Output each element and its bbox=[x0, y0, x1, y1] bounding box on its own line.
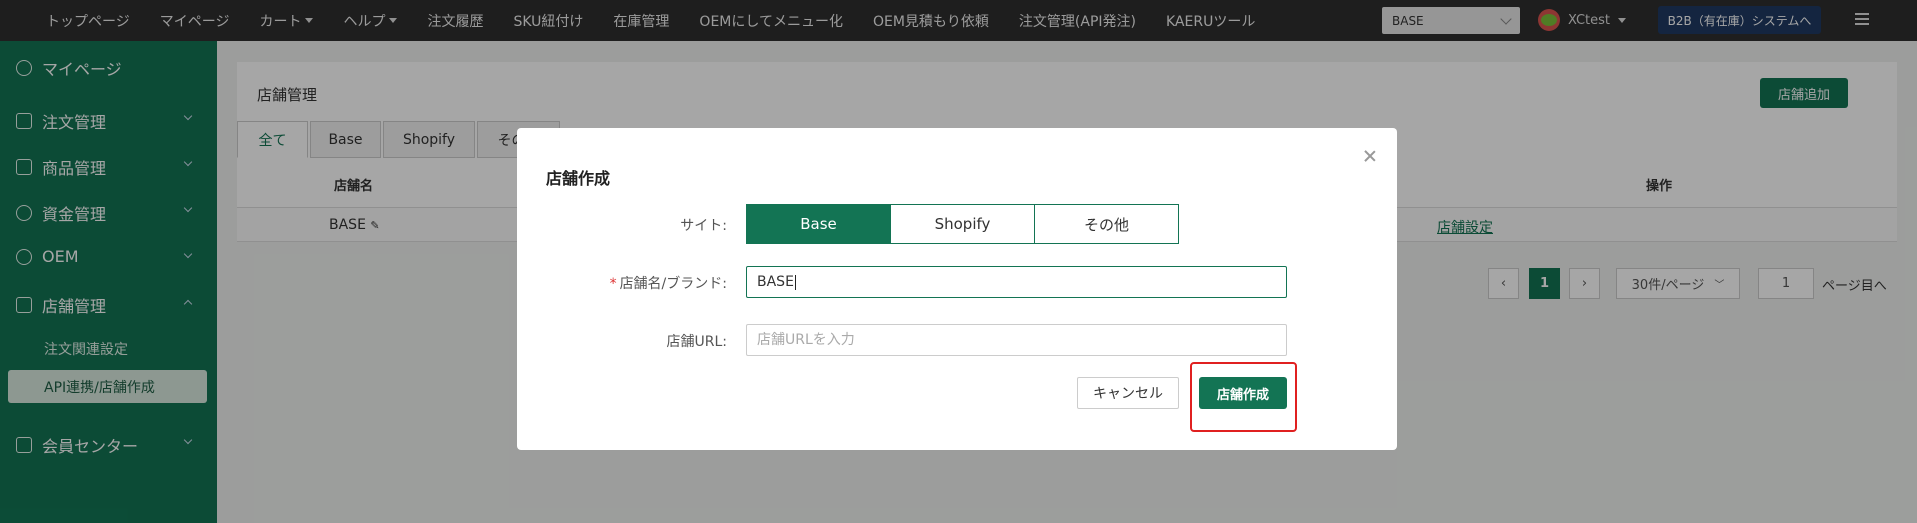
required-mark: * bbox=[609, 276, 617, 292]
cancel-button[interactable]: キャンセル bbox=[1077, 377, 1179, 409]
store-url-label: 店舗URL: bbox=[666, 334, 728, 350]
site-option-other[interactable]: その他 bbox=[1034, 204, 1179, 244]
text-cursor bbox=[794, 274, 796, 290]
dialog-title: 店舗作成 bbox=[546, 169, 611, 188]
site-option-shopify[interactable]: Shopify bbox=[890, 204, 1035, 244]
site-option-base[interactable]: Base bbox=[746, 204, 891, 244]
create-store-dialog: 店舗作成 サイト: Base Shopify その他 * 店舗名/ブランド: BA… bbox=[517, 128, 1397, 450]
store-name-label: * 店舗名/ブランド: bbox=[527, 273, 727, 293]
highlight-box bbox=[1190, 362, 1297, 432]
store-name-label-text: 店舗名/ブランド: bbox=[619, 276, 727, 292]
store-url-input[interactable] bbox=[746, 324, 1287, 356]
site-label: サイト: bbox=[680, 218, 727, 234]
store-name-input-value: BASE bbox=[757, 274, 794, 290]
close-icon[interactable] bbox=[1364, 150, 1376, 162]
store-name-input[interactable]: BASE bbox=[746, 266, 1287, 298]
